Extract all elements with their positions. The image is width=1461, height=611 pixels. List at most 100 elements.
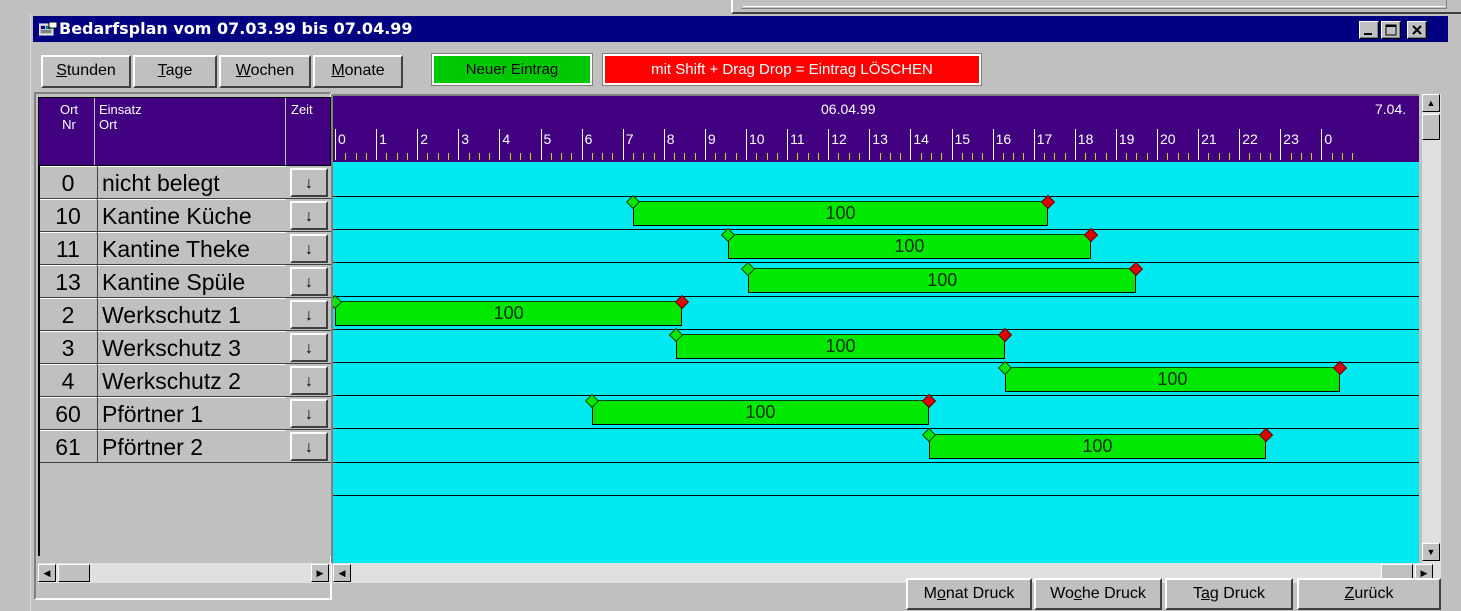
hour-tick (1280, 129, 1282, 160)
left-horizontal-scrollbar[interactable]: ◀ ▶ (38, 563, 331, 583)
location-row[interactable]: 10 Kantine Küche ↓ (40, 199, 331, 232)
tage-button[interactable]: Tage (133, 55, 217, 88)
zurueck-button[interactable]: Zurück (1297, 578, 1441, 610)
minute-tick (674, 153, 676, 160)
background-window (731, 0, 1461, 14)
row-divider (333, 494, 1419, 496)
minute-tick (1249, 153, 1251, 160)
minute-tick (817, 153, 819, 160)
arrow-down-icon[interactable]: ↓ (290, 300, 328, 329)
arrow-down-icon[interactable]: ↓ (290, 267, 328, 296)
minute-tick (1208, 153, 1210, 160)
minute-tick (930, 153, 932, 160)
arrow-down-icon[interactable]: ↓ (290, 168, 328, 197)
schedule-entry-bar[interactable]: 100 (727, 234, 1092, 260)
row-nr: 11 (40, 232, 96, 264)
chart-vertical-scrollbar[interactable]: ▲ ▼ (1421, 94, 1441, 563)
scroll-thumb[interactable] (58, 564, 90, 582)
close-button[interactable] (1407, 21, 1427, 39)
arrow-down-icon[interactable]: ↓ (290, 234, 328, 263)
minute-tick (797, 153, 799, 160)
maximize-button[interactable] (1381, 21, 1401, 39)
arrow-down-icon[interactable]: ↓ (290, 201, 328, 230)
minute-tick (1095, 153, 1097, 160)
hour-tick (1115, 129, 1117, 160)
timeline-date: 06.04.99 (821, 101, 876, 117)
location-row[interactable]: 0 nicht belegt ↓ (40, 166, 331, 199)
minute-tick (550, 153, 552, 160)
minute-tick (612, 153, 614, 160)
hour-tick (417, 129, 419, 160)
woche-druck-button[interactable]: Woche Druck (1034, 578, 1162, 610)
minute-tick (1341, 153, 1343, 160)
wochen-button[interactable]: Wochen (219, 55, 311, 88)
minute-tick (715, 153, 717, 160)
hour-tick (1157, 129, 1158, 160)
hour-tick (746, 129, 747, 160)
scroll-left-button[interactable]: ◀ (38, 564, 56, 582)
hour-label: 9 (707, 131, 716, 147)
minute-tick (365, 153, 367, 160)
hour-label: 4 (502, 131, 511, 147)
scroll-up-button[interactable]: ▲ (1422, 94, 1440, 112)
minute-tick (879, 153, 881, 160)
minute-tick (530, 153, 532, 160)
row-ort: Werkschutz 2 (97, 364, 286, 396)
minute-tick (1331, 153, 1333, 160)
hour-tick (869, 129, 871, 160)
minute-tick (1187, 153, 1189, 160)
row-nr: 60 (40, 397, 96, 429)
minute-tick (838, 153, 840, 160)
schedule-entry-bar[interactable]: 100 (335, 300, 683, 326)
arrow-down-icon[interactable]: ↓ (290, 366, 328, 395)
vertical-scroll-thumb[interactable] (1422, 114, 1440, 140)
row-ort: Kantine Theke (97, 232, 286, 264)
minute-tick (972, 153, 974, 160)
schedule-entry-bar[interactable]: 100 (748, 267, 1137, 293)
location-row[interactable]: 3 Werkschutz 3 ↓ (40, 331, 331, 364)
timeline-header: 06.04.99 7.04. 0 1 2 3 4 5 6 7 8 9 10 11 12 13 14 15 16 1… (333, 96, 1419, 162)
monate-button[interactable]: Monate (313, 55, 403, 88)
title-bar[interactable]: Bedarfsplan vom 07.03.99 bis 07.04.99 (33, 16, 1448, 42)
monat-druck-button[interactable]: Monat Druck (906, 578, 1032, 610)
row-ort: Pförtner 2 (97, 430, 286, 462)
minute-tick (437, 153, 439, 160)
schedule-entry-bar[interactable]: 100 (1004, 367, 1340, 393)
hour-tick (622, 129, 624, 160)
minimize-button[interactable] (1359, 21, 1379, 39)
arrow-down-icon[interactable]: ↓ (290, 333, 328, 362)
row-ort: Kantine Spüle (97, 265, 286, 297)
location-row[interactable]: 4 Werkschutz 2 ↓ (40, 364, 331, 397)
window-title: Bedarfsplan vom 07.03.99 bis 07.04.99 (59, 19, 413, 38)
hour-label: 20 (1160, 131, 1176, 147)
minute-tick (684, 153, 686, 160)
timeline-next-date: 7.04. (1375, 101, 1407, 117)
gantt-chart[interactable]: 06.04.99 7.04. 0 1 2 3 4 5 6 7 8 9 10 11 12 13 14 15 16 1… (331, 94, 1419, 563)
minute-tick (961, 153, 963, 160)
minute-tick (386, 153, 388, 160)
minute-tick (900, 153, 902, 160)
new-entry-source[interactable]: Neuer Eintrag (431, 53, 593, 86)
scroll-right-button[interactable]: ▶ (311, 564, 329, 582)
minute-tick (807, 153, 809, 160)
location-row[interactable]: 11 Kantine Theke ↓ (40, 232, 331, 265)
tag-druck-button[interactable]: Tag Druck (1165, 578, 1293, 610)
arrow-down-icon[interactable]: ↓ (290, 432, 328, 461)
chart-scroll-left-button[interactable]: ◀ (333, 564, 351, 582)
location-row[interactable]: 61 Pförtner 2 ↓ (40, 430, 331, 463)
location-row[interactable]: 13 Kantine Spüle ↓ (40, 265, 331, 298)
schedule-entry-bar[interactable]: 100 (676, 334, 1005, 359)
schedule-entry-bar[interactable]: 100 (928, 433, 1266, 459)
hour-tick (1321, 129, 1323, 160)
location-row[interactable]: 60 Pförtner 1 ↓ (40, 397, 331, 430)
arrow-down-icon[interactable]: ↓ (290, 399, 328, 428)
location-row[interactable]: 2 Werkschutz 1 ↓ (40, 298, 331, 331)
scroll-down-button[interactable]: ▼ (1422, 543, 1440, 561)
stunden-button[interactable]: Stunden (41, 55, 131, 88)
schedule-entry-bar[interactable]: 100 (591, 400, 929, 426)
hour-label: 23 (1283, 131, 1299, 147)
schedule-entry-bar[interactable]: 100 (632, 201, 1049, 227)
minute-tick (1259, 153, 1261, 160)
minute-tick (1167, 153, 1169, 160)
minute-tick (653, 153, 655, 160)
